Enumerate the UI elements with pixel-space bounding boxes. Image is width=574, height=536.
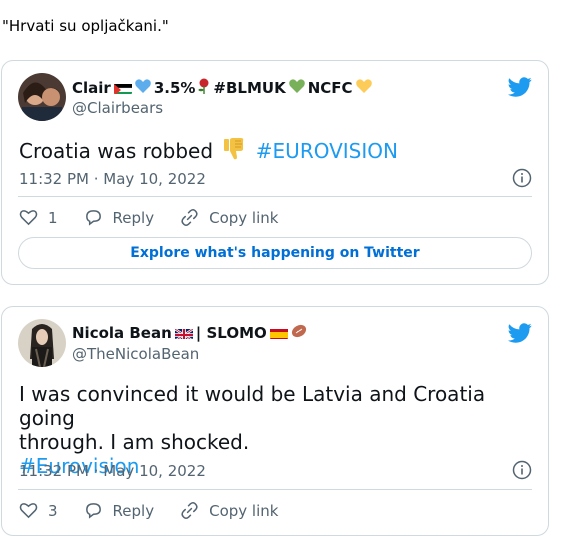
caption: "Hrvati su opljačkani." [2,17,169,35]
like-button[interactable]: 1 [19,208,58,227]
twitter-logo-icon[interactable] [508,75,532,99]
like-count: 3 [48,501,58,520]
action-bar: 3 Reply Copy link [19,501,304,520]
author-handle[interactable]: @Clairbears [72,99,163,117]
link-icon [181,502,198,519]
heart-icon [19,210,38,226]
copy-link-button[interactable]: Copy link [180,208,278,227]
like-button[interactable]: 3 [19,501,58,520]
author-handle[interactable]: @TheNicolaBean [72,345,199,363]
yellow-heart-icon [355,79,372,97]
copy-link-button[interactable]: Copy link [180,501,278,520]
spain-flag-icon [269,327,288,339]
tweet-text-line: through. I am shocked. [19,430,250,454]
divider [18,489,532,490]
divider [18,196,532,197]
palestine-flag-icon [113,82,132,94]
twitter-logo-icon[interactable] [508,321,532,345]
explore-twitter-button[interactable]: Explore what's happening on Twitter [18,237,532,269]
timestamp[interactable]: 11:32 PM · May 10, 2022 [19,170,206,188]
reply-button[interactable]: Reply [84,208,154,227]
reply-icon [85,503,101,519]
tweet-text-line: I was convinced it would be Latvia and C… [19,382,486,430]
timestamp[interactable]: 11:32 PM · May 10, 2022 [19,462,206,480]
avatar[interactable] [18,73,66,121]
info-icon[interactable] [512,168,532,188]
action-bar: 1 Reply Copy link [19,208,304,227]
rugby-ball-icon [291,324,307,342]
reply-button[interactable]: Reply [84,501,154,520]
green-heart-icon [288,79,305,97]
rose-icon [198,78,210,98]
uk-flag-icon [174,327,193,339]
tweet-text: Croatia was robbed #EUROVISION [19,137,529,166]
tweet-card[interactable]: Clair 3.5% #BLMUK NCFC @Clairbears Croat… [1,60,549,285]
like-count: 1 [48,208,58,227]
author-name[interactable]: Nicola Bean | SLOMO [72,324,307,342]
info-icon[interactable] [512,460,532,480]
link-icon [181,209,198,226]
heart-icon [19,503,38,519]
tweet-card[interactable]: Nicola Bean | SLOMO @TheNicolaBean I was… [1,306,549,536]
hashtag-link[interactable]: #EUROVISION [256,139,398,163]
avatar[interactable] [18,319,66,367]
reply-icon [85,210,101,226]
blue-heart-icon [135,79,151,97]
thumbs-down-icon [223,137,245,166]
author-name[interactable]: Clair 3.5% #BLMUK NCFC [72,78,372,98]
